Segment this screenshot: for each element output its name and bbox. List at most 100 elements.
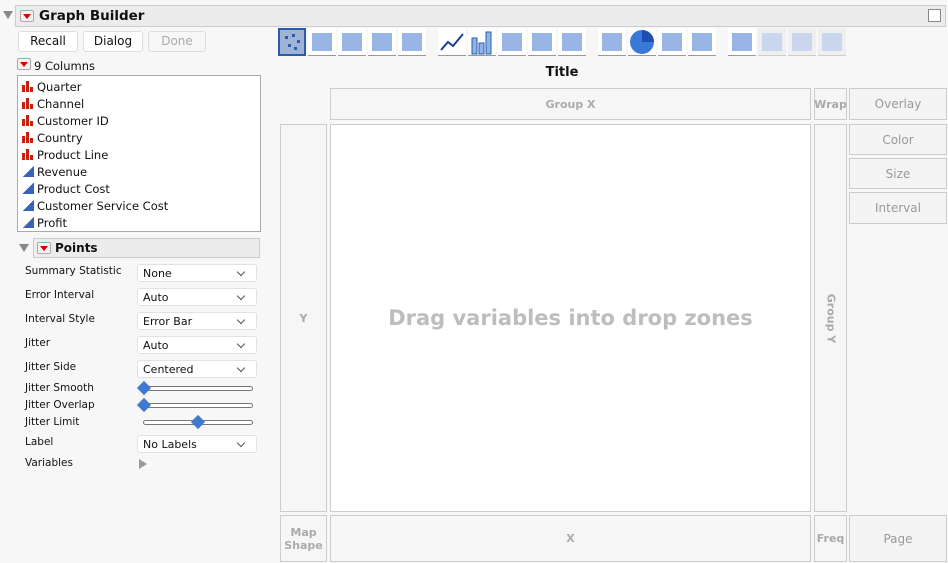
- nominal-icon: [22, 115, 34, 126]
- variables-label: Variables: [25, 457, 73, 469]
- interval-style-label: Interval Style: [25, 313, 95, 325]
- column-name: Product Line: [37, 147, 109, 162]
- column-item[interactable]: Customer ID: [18, 112, 260, 129]
- error-interval-label: Error Interval: [25, 289, 95, 301]
- column-name: Quarter: [37, 79, 82, 94]
- column-name: Channel: [37, 96, 85, 111]
- y-zone[interactable]: Y: [280, 124, 327, 512]
- column-name: Revenue: [37, 164, 88, 179]
- dialog-button[interactable]: Dialog: [83, 31, 143, 52]
- slider-thumb[interactable]: [136, 397, 152, 413]
- columns-header: 9 Columns: [34, 59, 96, 73]
- recall-button[interactable]: Recall: [18, 31, 78, 52]
- nominal-icon: [22, 81, 34, 92]
- area-icon[interactable]: [498, 28, 526, 56]
- graph-title[interactable]: Title: [330, 65, 794, 80]
- error-interval-select[interactable]: Auto: [137, 288, 257, 306]
- column-item[interactable]: Quarter: [18, 78, 260, 95]
- continuous-icon: [22, 200, 34, 211]
- variables-expand-icon[interactable]: [139, 459, 147, 469]
- jitter-overlap-slider[interactable]: [136, 397, 253, 413]
- wrap-zone[interactable]: Wrap: [814, 88, 847, 120]
- slider-thumb[interactable]: [136, 380, 152, 396]
- points-icon[interactable]: [278, 28, 306, 56]
- pin-icon[interactable]: [928, 9, 941, 22]
- jitter-side-select[interactable]: Centered: [137, 360, 257, 378]
- column-name: Product Cost: [37, 181, 110, 196]
- jitter-limit-label: Jitter Limit: [25, 416, 80, 428]
- caption-box-icon[interactable]: [728, 28, 756, 56]
- jitter-label: Jitter: [25, 337, 51, 349]
- contour-icon[interactable]: [398, 28, 426, 56]
- group-y-label: Group Y: [824, 293, 838, 343]
- jitter-overlap-label: Jitter Overlap: [25, 399, 95, 411]
- column-name: Customer ID: [37, 113, 109, 128]
- continuous-icon: [22, 217, 34, 228]
- nominal-icon: [22, 132, 34, 143]
- column-list[interactable]: Quarter Channel Customer ID Country Product …: [17, 75, 261, 232]
- formula-icon[interactable]: [758, 28, 786, 56]
- summary-statistic-label: Summary Statistic: [25, 265, 122, 277]
- interval-style-select[interactable]: Error Bar: [137, 312, 257, 330]
- continuous-icon: [22, 166, 34, 177]
- red-triangle-menu-icon[interactable]: [20, 10, 34, 22]
- overlay-zone[interactable]: Overlay: [849, 88, 947, 120]
- collapse-icon[interactable]: [3, 11, 13, 19]
- map-shape-zone[interactable]: Map Shape: [280, 515, 327, 562]
- group-x-zone[interactable]: Group X: [330, 88, 811, 120]
- jitter-limit-slider[interactable]: [143, 414, 253, 430]
- heatmap-icon[interactable]: [598, 28, 626, 56]
- label-label: Label: [25, 436, 54, 448]
- drop-zone-placeholder: Drag variables into drop zones: [388, 306, 753, 330]
- bar-icon[interactable]: [468, 28, 496, 56]
- column-item[interactable]: Country: [18, 129, 260, 146]
- column-item[interactable]: Product Cost: [18, 180, 260, 197]
- color-zone[interactable]: Color: [849, 124, 947, 155]
- smoother-icon[interactable]: [308, 28, 336, 56]
- map-shapes-icon[interactable]: [788, 28, 816, 56]
- jitter-side-label: Jitter Side: [25, 361, 77, 373]
- column-item[interactable]: Product Line: [18, 146, 260, 163]
- element-toolbar: [278, 28, 846, 58]
- column-item[interactable]: Customer Service Cost: [18, 197, 260, 214]
- group-y-zone[interactable]: Group Y: [814, 124, 847, 512]
- column-item[interactable]: Channel: [18, 95, 260, 112]
- jitter-select[interactable]: Auto: [137, 336, 257, 354]
- column-item[interactable]: Profit: [18, 214, 260, 231]
- column-name: Country: [37, 130, 83, 145]
- line-of-fit-icon[interactable]: [338, 28, 366, 56]
- column-name: Profit: [37, 215, 67, 230]
- line-icon[interactable]: [438, 28, 466, 56]
- points-header: Points: [33, 238, 260, 258]
- interval-zone[interactable]: Interval: [849, 192, 947, 224]
- slider-thumb[interactable]: [190, 414, 206, 430]
- box-plot-icon[interactable]: [528, 28, 556, 56]
- jitter-smooth-slider[interactable]: [136, 380, 253, 396]
- label-select[interactable]: No Labels: [137, 435, 257, 453]
- graph-area[interactable]: Drag variables into drop zones: [330, 124, 811, 512]
- nominal-icon: [22, 98, 34, 109]
- window-title: Graph Builder: [39, 8, 145, 24]
- nominal-icon: [22, 149, 34, 160]
- jitter-smooth-label: Jitter Smooth: [25, 382, 94, 394]
- column-name: Customer Service Cost: [37, 198, 169, 213]
- points-menu-icon[interactable]: [37, 242, 51, 254]
- done-button[interactable]: Done: [148, 31, 206, 52]
- size-zone[interactable]: Size: [849, 158, 947, 189]
- mosaic-icon[interactable]: [688, 28, 716, 56]
- points-collapse-icon[interactable]: [19, 244, 29, 252]
- summary-statistic-select[interactable]: None: [137, 264, 257, 282]
- column-item[interactable]: Revenue: [18, 163, 260, 180]
- pie-icon[interactable]: [628, 28, 656, 56]
- columns-menu-icon[interactable]: [17, 58, 31, 70]
- treemap-icon[interactable]: [658, 28, 686, 56]
- page-zone[interactable]: Page: [849, 515, 947, 562]
- x-zone[interactable]: X: [330, 515, 811, 562]
- points-title: Points: [55, 241, 98, 255]
- continuous-icon: [22, 183, 34, 194]
- freq-zone[interactable]: Freq: [814, 515, 847, 562]
- histogram-icon[interactable]: [558, 28, 586, 56]
- parallel-icon[interactable]: [818, 28, 846, 56]
- ellipse-icon[interactable]: [368, 28, 396, 56]
- title-bar: Graph Builder: [15, 5, 946, 27]
